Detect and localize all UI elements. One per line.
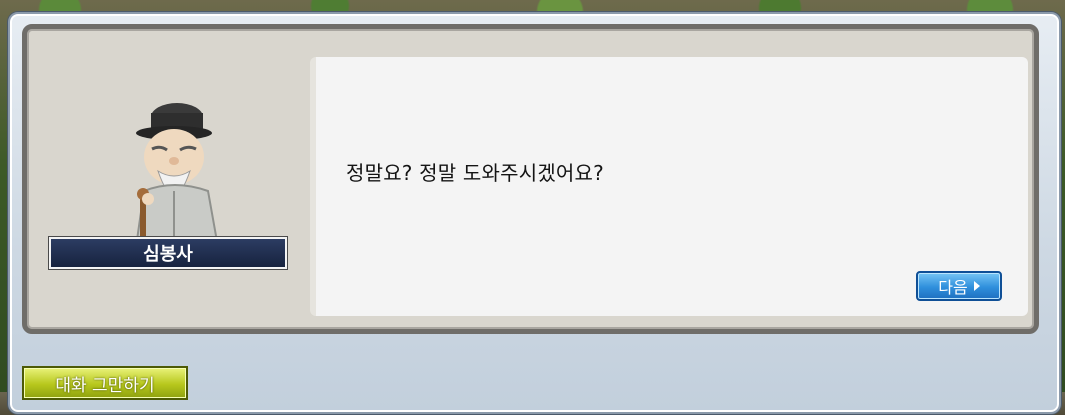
- npc-portrait-image: [134, 103, 220, 249]
- next-button-label: 다음: [938, 278, 968, 297]
- npc-name: 심봉사: [143, 244, 193, 265]
- dialogue-text-area: 정말요? 정말 도와주시겠어요? 다음: [310, 57, 1028, 316]
- npc-name-plate: 심봉사: [49, 237, 287, 269]
- dialogue-text: 정말요? 정말 도와주시겠어요?: [346, 161, 604, 185]
- end-chat-button-label: 대화 그만하기: [55, 375, 155, 396]
- npc-portrait: [122, 99, 232, 249]
- dialog-inner-panel: 심봉사 정말요? 정말 도와주시겠어요? 다음: [22, 24, 1039, 334]
- npc-dialog-window: 심봉사 정말요? 정말 도와주시겠어요? 다음 대화 그만하기: [8, 12, 1061, 414]
- end-chat-button[interactable]: 대화 그만하기: [22, 366, 188, 400]
- arrow-right-icon: [973, 281, 980, 291]
- next-button[interactable]: 다음: [916, 271, 1002, 301]
